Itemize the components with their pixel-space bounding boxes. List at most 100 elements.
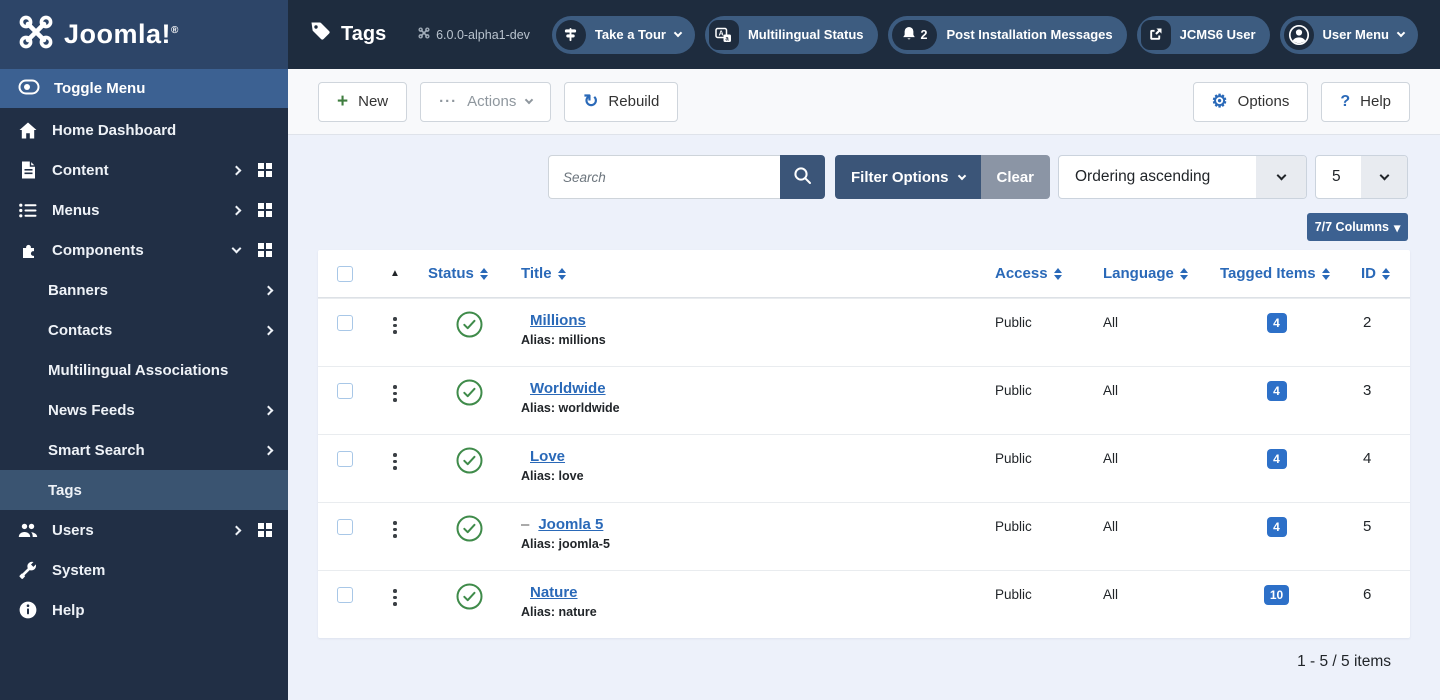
user-account-icon bbox=[1283, 19, 1314, 50]
id-value: 2 bbox=[1363, 314, 1372, 331]
tag-title-link[interactable]: Nature bbox=[530, 584, 578, 601]
help-button[interactable]: ? Help bbox=[1321, 81, 1410, 122]
table-row: – Joomla 5 Alias: joomla-5 Public All 4 … bbox=[318, 502, 1410, 570]
sidebar-item-system[interactable]: System bbox=[0, 550, 288, 590]
sidebar-item-home-dashboard[interactable]: Home Dashboard bbox=[0, 110, 288, 150]
new-button[interactable]: + New bbox=[318, 81, 408, 122]
language-value: All bbox=[1103, 383, 1119, 398]
table-row: Millions Alias: millions Public All 4 2 bbox=[318, 298, 1410, 366]
notification-bell-badge: 2 bbox=[891, 19, 938, 50]
sidebar-item-contacts[interactable]: Contacts bbox=[0, 310, 288, 350]
chevron-right-icon bbox=[263, 325, 274, 335]
sort-access-header[interactable]: Access bbox=[995, 265, 1103, 282]
tag-title-link[interactable]: Worldwide bbox=[530, 380, 606, 397]
user-menu-button[interactable]: User Menu bbox=[1279, 15, 1418, 54]
ellipsis-icon: ··· bbox=[439, 93, 458, 110]
tagged-items-badge[interactable]: 4 bbox=[1266, 313, 1287, 333]
table-row: Nature Alias: nature Public All 10 6 bbox=[318, 570, 1410, 638]
post-installation-messages-button[interactable]: 2 Post Installation Messages bbox=[887, 15, 1127, 54]
select-all-checkbox[interactable] bbox=[337, 265, 353, 282]
ordering-select[interactable]: Ordering ascending bbox=[1058, 155, 1307, 199]
sort-tagged-items-header[interactable]: Tagged Items bbox=[1220, 265, 1361, 282]
search-icon bbox=[793, 166, 812, 188]
rebuild-button[interactable]: ↻ Rebuild bbox=[564, 81, 679, 122]
dashboard-grid-icon[interactable] bbox=[258, 243, 272, 257]
sidebar: Joomla!® Toggle Menu Home Dashboard Cont… bbox=[0, 0, 288, 700]
translate-icon: Aa bbox=[708, 19, 739, 50]
sidebar-item-content[interactable]: Content bbox=[0, 150, 288, 190]
sidebar-item-users[interactable]: Users bbox=[0, 510, 288, 550]
status-published-icon[interactable] bbox=[456, 583, 483, 613]
row-checkbox[interactable] bbox=[337, 519, 353, 535]
drag-handle-icon[interactable] bbox=[387, 451, 403, 472]
tagged-items-badge[interactable]: 4 bbox=[1266, 449, 1287, 469]
sidebar-item-multilingual-associations[interactable]: Multilingual Associations bbox=[0, 350, 288, 390]
row-checkbox[interactable] bbox=[337, 315, 353, 331]
id-value: 6 bbox=[1363, 586, 1372, 603]
sidebar-item-smart-search[interactable]: Smart Search bbox=[0, 430, 288, 470]
chevron-down-icon bbox=[525, 95, 534, 104]
sidebar-item-components[interactable]: Components bbox=[0, 230, 288, 270]
site-preview-button[interactable]: JCMS6 User bbox=[1136, 15, 1270, 54]
clear-button[interactable]: Clear bbox=[980, 155, 1051, 199]
status-published-icon[interactable] bbox=[456, 447, 483, 477]
toggle-menu-button[interactable]: Toggle Menu bbox=[0, 69, 288, 108]
sort-id-header[interactable]: ID bbox=[1361, 265, 1410, 282]
sort-title-header[interactable]: Title bbox=[521, 265, 995, 282]
gear-icon: ⚙ bbox=[1211, 91, 1228, 111]
search-button[interactable] bbox=[780, 155, 825, 199]
toolbar: + New ··· Actions ↻ Rebuild ⚙ Options ? … bbox=[288, 69, 1440, 135]
status-published-icon[interactable] bbox=[456, 515, 483, 545]
row-checkbox[interactable] bbox=[337, 587, 353, 603]
notification-count: 2 bbox=[920, 27, 928, 42]
dashboard-grid-icon[interactable] bbox=[258, 203, 272, 217]
drag-handle-icon[interactable] bbox=[387, 383, 403, 404]
columns-toggle-button[interactable]: 7/7 Columns ▾ bbox=[1307, 213, 1408, 241]
dashboard-grid-icon[interactable] bbox=[258, 523, 272, 537]
sort-asc-icon: ▲ bbox=[390, 268, 400, 279]
row-checkbox[interactable] bbox=[337, 383, 353, 399]
take-a-tour-button[interactable]: Take a Tour bbox=[551, 15, 695, 54]
external-link-icon bbox=[1140, 19, 1171, 50]
status-published-icon[interactable] bbox=[456, 379, 483, 409]
sidebar-item-banners[interactable]: Banners bbox=[0, 270, 288, 310]
sidebar-item-news-feeds[interactable]: News Feeds bbox=[0, 390, 288, 430]
drag-handle-icon[interactable] bbox=[387, 519, 403, 540]
filter-options-button[interactable]: Filter Options bbox=[835, 155, 981, 199]
dashboard-grid-icon[interactable] bbox=[258, 163, 272, 177]
tagged-items-badge[interactable]: 4 bbox=[1266, 381, 1287, 401]
drag-handle-icon[interactable] bbox=[387, 587, 403, 608]
chevron-right-icon bbox=[231, 525, 242, 535]
actions-button[interactable]: ··· Actions bbox=[420, 81, 552, 122]
sort-status-header[interactable]: Status bbox=[418, 265, 521, 282]
topbar: Tags 6.0.0-alpha1-dev Take a Tour Aa Mul… bbox=[288, 0, 1440, 69]
tag-title-link[interactable]: Love bbox=[530, 448, 565, 465]
svg-text:A: A bbox=[719, 30, 724, 37]
sort-icon bbox=[557, 267, 566, 280]
search-input[interactable] bbox=[548, 155, 780, 199]
drag-handle-icon[interactable] bbox=[387, 315, 403, 336]
users-icon bbox=[18, 523, 38, 538]
per-page-select[interactable]: 5 bbox=[1315, 155, 1408, 199]
access-value: Public bbox=[995, 451, 1032, 466]
multilingual-status-button[interactable]: Aa Multilingual Status bbox=[704, 15, 878, 54]
status-published-icon[interactable] bbox=[456, 311, 483, 341]
sidebar-item-help[interactable]: Help bbox=[0, 590, 288, 630]
sidebar-item-menus[interactable]: Menus bbox=[0, 190, 288, 230]
sort-language-header[interactable]: Language bbox=[1103, 265, 1220, 282]
options-button[interactable]: ⚙ Options bbox=[1192, 81, 1309, 122]
row-checkbox[interactable] bbox=[337, 451, 353, 467]
chevron-down-icon bbox=[1256, 156, 1306, 198]
filter-group: Filter Options Clear bbox=[835, 155, 1051, 199]
question-icon: ? bbox=[1340, 92, 1351, 110]
sort-ordering-header[interactable]: ▲ bbox=[372, 268, 418, 279]
access-value: Public bbox=[995, 315, 1032, 330]
tagged-items-badge[interactable]: 10 bbox=[1263, 585, 1290, 605]
plus-icon: + bbox=[337, 90, 349, 112]
tagged-items-badge[interactable]: 4 bbox=[1266, 517, 1287, 537]
tag-title-link[interactable]: Joomla 5 bbox=[538, 516, 603, 533]
refresh-icon: ↻ bbox=[583, 91, 599, 111]
tag-title-link[interactable]: Millions bbox=[530, 312, 586, 329]
sidebar-item-tags[interactable]: Tags bbox=[0, 470, 288, 510]
sidebar-menu: Home Dashboard Content Menus Components … bbox=[0, 108, 288, 630]
